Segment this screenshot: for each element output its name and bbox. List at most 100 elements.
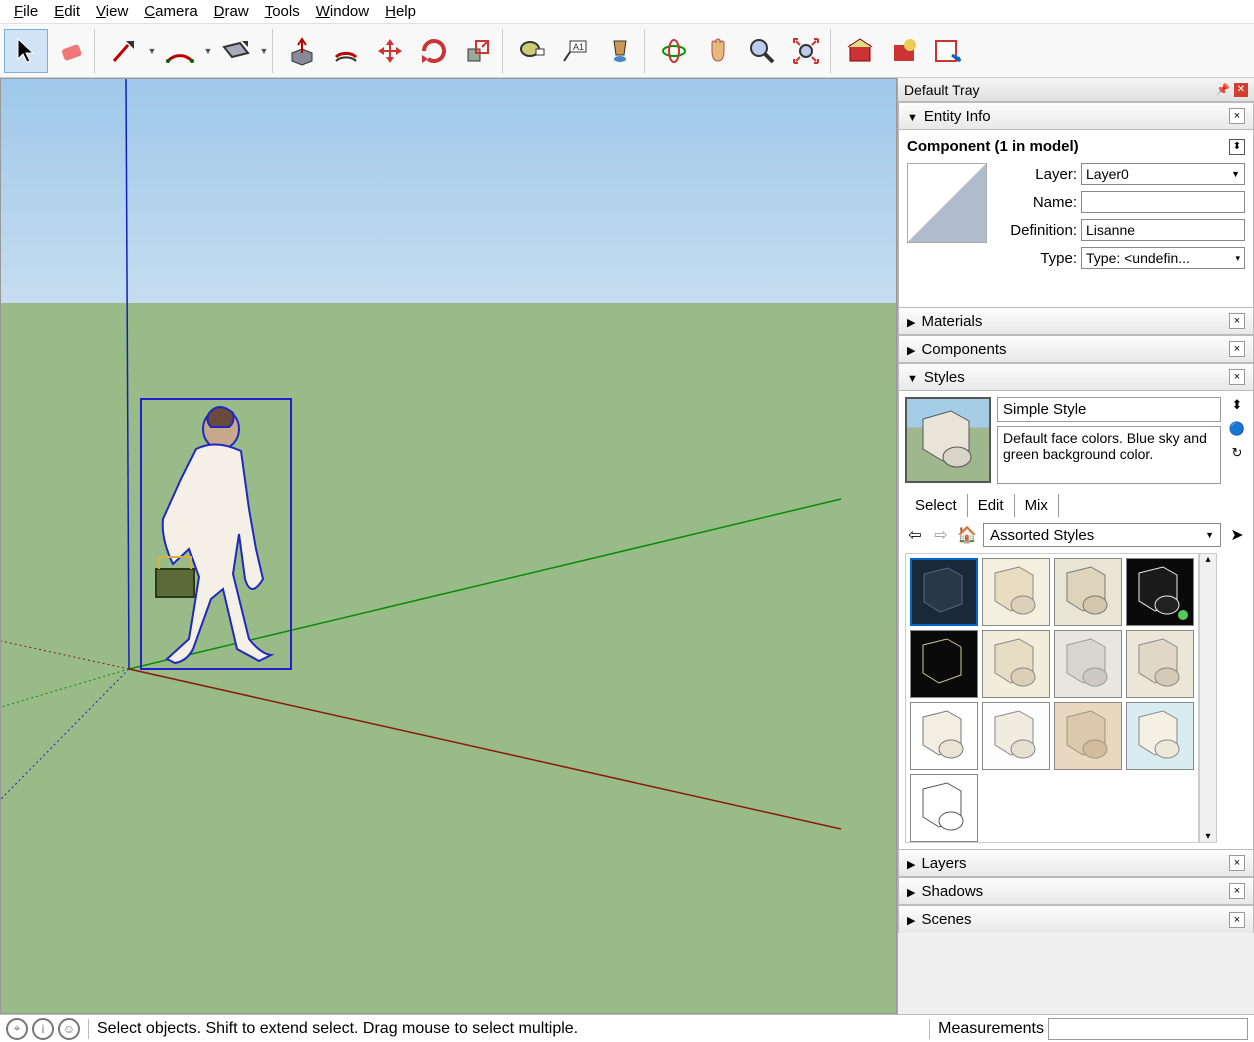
pushpull-tool[interactable] [280,29,324,73]
orbit-tool[interactable] [652,29,696,73]
style-item[interactable] [910,558,978,626]
layer-dropdown[interactable]: Layer0▼ [1081,163,1245,185]
panel-close-icon[interactable]: × [1229,313,1245,329]
style-desc-input[interactable]: Default face colors. Blue sky and green … [997,426,1221,484]
nav-back-icon[interactable]: ⇦ [905,525,925,545]
move-tool[interactable] [368,29,412,73]
name-label: Name: [995,194,1077,211]
style-update-icon[interactable]: ↻ [1232,445,1243,461]
menu-view[interactable]: View [88,0,136,23]
panel-close-icon[interactable]: × [1229,369,1245,385]
component-tool[interactable] [882,29,926,73]
scrollbar[interactable]: ▴ ▾ [1199,553,1217,843]
tab-edit[interactable]: Edit [968,494,1015,517]
style-item[interactable] [910,630,978,698]
pin-icon[interactable]: 📌 [1216,83,1230,96]
shadows-header[interactable]: ▶Shadows × [898,877,1254,905]
zoom-tool[interactable] [740,29,784,73]
layers-header[interactable]: ▶Layers × [898,849,1254,877]
styles-panel: Simple Style Default face colors. Blue s… [898,391,1254,849]
panel-close-icon[interactable]: × [1229,912,1245,928]
style-item[interactable] [982,702,1050,770]
materials-header[interactable]: ▶Materials × [898,307,1254,335]
zoomextents-tool[interactable] [784,29,828,73]
entity-info-header[interactable]: ▼Entity Info × [898,102,1254,130]
warehouse-tool[interactable] [838,29,882,73]
components-header[interactable]: ▶Components × [898,335,1254,363]
scenes-header[interactable]: ▶Scenes × [898,905,1254,933]
home-icon[interactable]: 🏠 [957,525,977,545]
line-tool[interactable] [102,29,146,73]
styles-header[interactable]: ▼Styles × [898,363,1254,391]
panel-close-icon[interactable]: × [1229,855,1245,871]
panel-close-icon[interactable]: × [1229,341,1245,357]
rect-dropdown[interactable]: ▼ [258,46,270,56]
arc-tool[interactable] [158,29,202,73]
style-item[interactable] [1054,630,1122,698]
measurements-label: Measurements [938,1020,1044,1038]
viewport-3d[interactable] [0,78,897,1014]
definition-input[interactable]: Lisanne [1081,219,1245,241]
arc-dropdown[interactable]: ▼ [202,46,214,56]
rectangle-tool[interactable] [214,29,258,73]
select-tool[interactable] [4,29,48,73]
credits-icon[interactable]: i [32,1018,54,1040]
name-input[interactable] [1081,191,1245,213]
scale-tool[interactable] [456,29,500,73]
line-dropdown[interactable]: ▼ [146,46,158,56]
nav-forward-icon[interactable]: ⇨ [931,525,951,545]
geo-icon[interactable]: ⌖ [6,1018,28,1040]
menu-help[interactable]: Help [377,0,424,23]
style-item[interactable] [982,630,1050,698]
style-item[interactable] [910,774,978,842]
layer-label: Layer: [995,166,1077,183]
menu-file[interactable]: File [6,0,46,23]
measurements-input[interactable] [1048,1018,1248,1040]
style-item[interactable] [1126,702,1194,770]
material-thumb[interactable] [907,163,987,243]
type-label: Type: [995,250,1077,267]
offset-tool[interactable] [324,29,368,73]
eraser-tool[interactable] [48,29,92,73]
paint-tool[interactable] [598,29,642,73]
style-name-input[interactable]: Simple Style [997,397,1221,422]
text-tool[interactable]: A1 [554,29,598,73]
current-style-thumb[interactable] [905,397,991,483]
style-item[interactable] [1054,558,1122,626]
expand-icon[interactable]: ⬍ [1229,139,1245,155]
style-item[interactable] [1126,558,1194,626]
tab-mix[interactable]: Mix [1015,494,1059,517]
pan-tool[interactable] [696,29,740,73]
style-display-icon[interactable]: ⬍ [1232,397,1243,413]
style-item[interactable] [1126,630,1194,698]
default-tray: Default Tray 📌 ✕ ▼Entity Info × Componen… [897,78,1254,1014]
svg-text:A1: A1 [573,42,584,52]
layout-tool[interactable] [926,29,970,73]
type-dropdown[interactable]: Type: <undefin...▾ [1081,247,1245,269]
menu-bar: File Edit View Camera Draw Tools Window … [0,0,1254,24]
menu-camera[interactable]: Camera [136,0,205,23]
status-bar: ⌖ i ☺ Select objects. Shift to extend se… [0,1014,1254,1042]
tray-title-bar[interactable]: Default Tray 📌 ✕ [898,78,1254,102]
style-item[interactable] [910,702,978,770]
style-item[interactable] [1054,702,1122,770]
menu-draw[interactable]: Draw [206,0,257,23]
menu-edit[interactable]: Edit [46,0,88,23]
style-collection-dropdown[interactable]: Assorted Styles▼ [983,523,1221,547]
style-create-icon[interactable]: 🔵 [1229,421,1245,437]
tape-tool[interactable] [510,29,554,73]
definition-label: Definition: [995,222,1077,239]
profile-icon[interactable]: ☺ [58,1018,80,1040]
entity-type-label: Component (1 in model) [907,138,1079,155]
tab-select[interactable]: Select [905,494,968,517]
details-icon[interactable]: ➤ [1227,525,1247,545]
menu-window[interactable]: Window [308,0,377,23]
tray-title-label: Default Tray [904,82,979,98]
entity-info-panel: Component (1 in model) ⬍ Layer: Layer0▼ … [898,130,1254,277]
menu-tools[interactable]: Tools [257,0,308,23]
style-item[interactable] [982,558,1050,626]
tray-close-icon[interactable]: ✕ [1234,83,1248,97]
panel-close-icon[interactable]: × [1229,108,1245,124]
rotate-tool[interactable] [412,29,456,73]
panel-close-icon[interactable]: × [1229,883,1245,899]
